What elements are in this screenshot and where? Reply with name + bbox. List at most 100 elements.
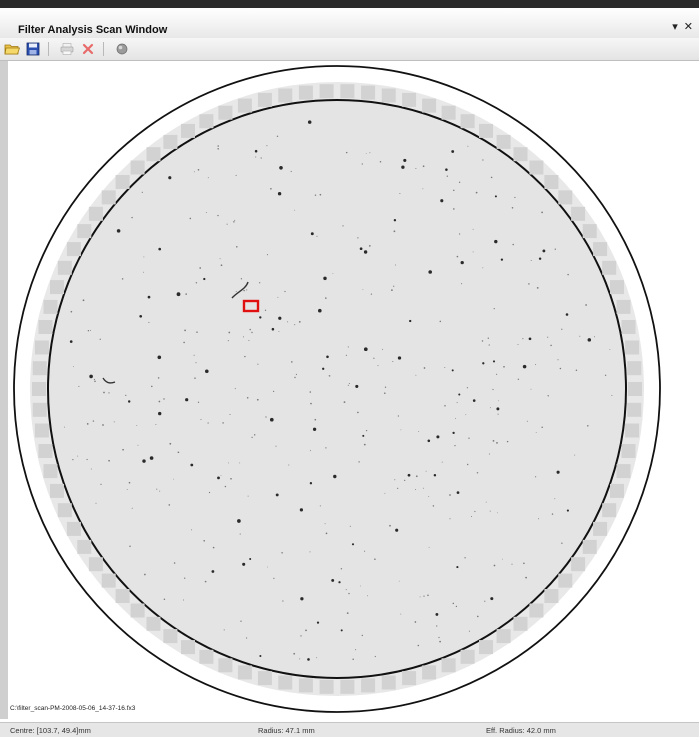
particle [537, 518, 540, 520]
particle [86, 423, 89, 425]
particle [103, 391, 105, 394]
particle [587, 425, 589, 427]
particle [439, 640, 441, 643]
scan-tile [257, 92, 272, 107]
sphere-icon[interactable] [114, 41, 130, 57]
particle [319, 505, 321, 507]
particle [594, 336, 595, 338]
particle [526, 420, 528, 422]
particle [219, 258, 221, 260]
particle [541, 426, 543, 429]
particle [355, 649, 357, 651]
particle [374, 655, 376, 658]
particle [474, 510, 476, 513]
particle [517, 378, 520, 380]
particle [316, 621, 320, 624]
print-icon[interactable] [59, 41, 75, 57]
particle [368, 245, 371, 247]
particle [102, 424, 104, 426]
scan-tile [181, 640, 195, 655]
particle [348, 592, 350, 595]
scan-tile [50, 483, 64, 498]
particle [422, 487, 424, 489]
particle [464, 557, 466, 559]
scan-tile [199, 649, 214, 664]
window-top-edge [0, 0, 699, 8]
particle [535, 364, 537, 366]
particle [472, 251, 474, 253]
scan-tile [218, 105, 233, 120]
scan-tile [582, 539, 597, 554]
particle [440, 199, 444, 203]
particle [183, 341, 185, 344]
particle [439, 320, 442, 323]
particle [208, 491, 211, 494]
particle [90, 468, 92, 470]
scan-tile [593, 521, 608, 536]
particle [343, 401, 346, 403]
particle [163, 398, 165, 400]
particle [276, 135, 279, 138]
particle [465, 414, 467, 416]
scan-tile [57, 260, 72, 275]
particle [541, 211, 543, 214]
particle [492, 440, 495, 442]
status-eff-radius: Eff. Radius: 42.0 mm [486, 726, 556, 735]
particle [542, 249, 546, 253]
scan-tile [625, 423, 640, 438]
particle [99, 338, 101, 340]
particle [436, 435, 440, 439]
dropdown-arrow-icon[interactable]: ▾ [672, 21, 678, 33]
particle [277, 296, 279, 298]
particle [482, 267, 484, 269]
particle [259, 282, 261, 284]
particle [131, 507, 133, 509]
particle [248, 339, 250, 342]
save-disk-icon[interactable] [25, 41, 41, 57]
particle [456, 255, 459, 258]
particle [497, 413, 499, 415]
particle [415, 475, 418, 478]
particle [279, 166, 283, 170]
particle [496, 407, 500, 411]
scan-tile [616, 299, 631, 314]
particle [556, 470, 560, 474]
particle [484, 600, 486, 602]
particle [126, 489, 128, 491]
particle [168, 176, 172, 180]
particle [397, 356, 402, 360]
particle [482, 159, 484, 161]
particle [359, 247, 363, 251]
particle [382, 348, 384, 350]
particle [249, 328, 251, 331]
open-folder-icon[interactable] [4, 41, 20, 57]
delete-x-icon[interactable] [80, 41, 96, 57]
particle [92, 420, 95, 422]
scan-tile [278, 88, 293, 103]
scan-tile [628, 382, 642, 396]
particle [418, 430, 420, 432]
particle [466, 387, 469, 389]
particle [357, 237, 359, 239]
scan-tile [422, 665, 437, 680]
particle [324, 523, 326, 525]
filter-scan-canvas[interactable] [8, 61, 699, 719]
particle [294, 209, 296, 211]
close-icon[interactable]: ✕ [684, 21, 693, 33]
particle [294, 376, 296, 379]
scan-viewer-area[interactable] [8, 61, 699, 719]
scan-tile [115, 589, 130, 603]
particle [194, 377, 196, 379]
particle [363, 250, 368, 254]
particle [454, 444, 456, 447]
particle [490, 407, 492, 409]
scan-tile [460, 649, 475, 664]
scan-tile [496, 629, 511, 644]
scan-tile [340, 679, 355, 694]
filter-analysis-scan-window: Filter Analysis Scan Window ▾ ✕ C:\filte… [0, 0, 699, 737]
particle [277, 192, 282, 196]
scan-tile [571, 206, 586, 221]
particle [158, 411, 162, 416]
particle [273, 577, 275, 580]
particle [64, 426, 65, 428]
